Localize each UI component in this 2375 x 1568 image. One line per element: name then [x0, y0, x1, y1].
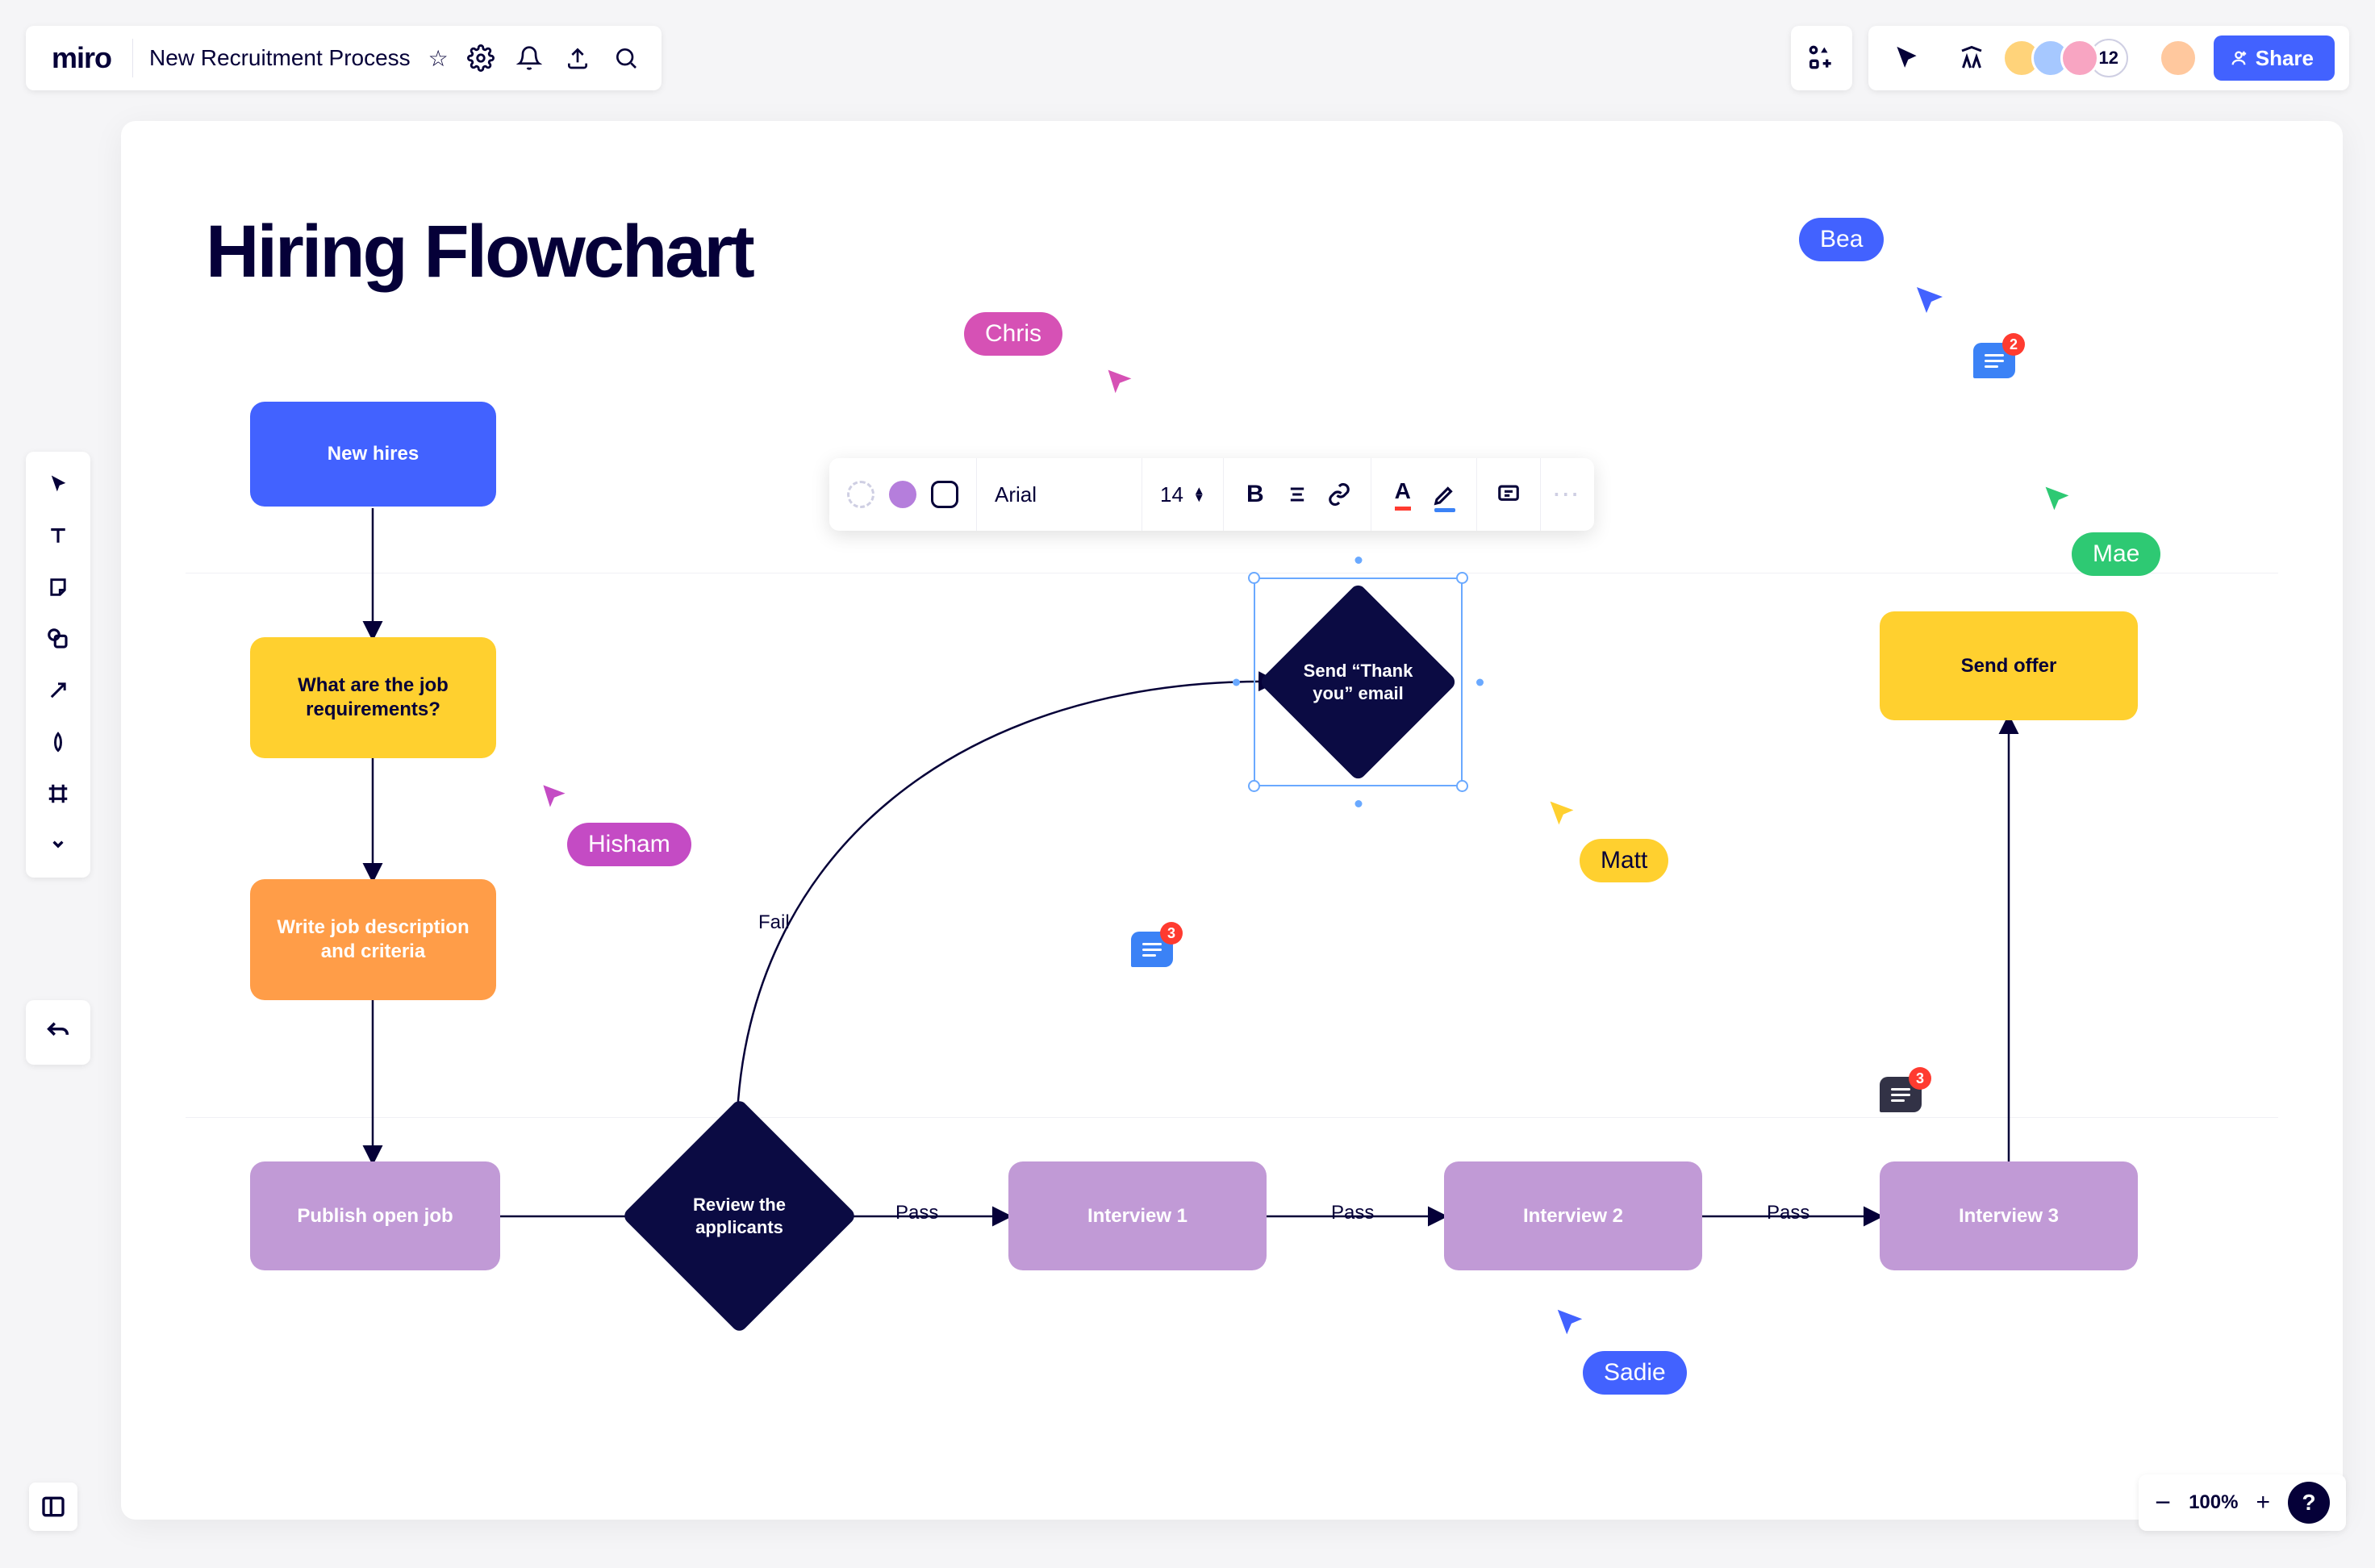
zoom-level[interactable]: 100% [2189, 1491, 2238, 1514]
search-icon[interactable] [605, 37, 647, 79]
cursor-hisham [541, 782, 568, 810]
font-size[interactable]: 14▲▼ [1160, 482, 1205, 507]
node-interview-1[interactable]: Interview 1 [1008, 1161, 1267, 1270]
file-name[interactable]: New Recruitment Process [140, 45, 420, 71]
panel-toggle[interactable] [29, 1483, 77, 1531]
fill-swatch[interactable] [889, 481, 916, 508]
cursor-mae [2043, 484, 2072, 513]
edge-label-pass: Pass [895, 1202, 938, 1224]
resize-handle[interactable] [1456, 780, 1468, 792]
cursor-chris [1105, 367, 1134, 396]
sticky-tool[interactable] [37, 566, 79, 608]
comment-count: 3 [1160, 922, 1183, 945]
resize-handle[interactable] [1248, 780, 1260, 792]
node-publish[interactable]: Publish open job [250, 1161, 500, 1270]
edge-label-fail: Fail [758, 911, 790, 934]
comment-pin[interactable]: 3 [1131, 932, 1173, 967]
cursor-mode-icon[interactable] [1886, 37, 1928, 79]
undo-button[interactable] [26, 1000, 90, 1065]
bold-icon[interactable]: B [1242, 481, 1269, 508]
cursor-bea [1914, 284, 1946, 316]
apps-button[interactable] [1791, 26, 1852, 90]
star-icon[interactable]: ☆ [420, 45, 457, 72]
select-tool[interactable] [37, 463, 79, 505]
export-icon[interactable] [557, 37, 599, 79]
comment-count: 2 [2002, 333, 2025, 356]
more-tools[interactable] [37, 824, 79, 866]
node-requirements[interactable]: What are the job requirements? [250, 637, 496, 758]
app-logo[interactable]: miro [37, 41, 126, 75]
link-icon[interactable] [1325, 481, 1353, 508]
zoom-out[interactable]: − [2155, 1487, 2171, 1519]
node-review[interactable]: Review the applicants [656, 1132, 823, 1299]
pen-tool[interactable] [37, 721, 79, 763]
avatar[interactable] [2060, 39, 2099, 77]
tag-chris: Chris [964, 312, 1062, 356]
help-button[interactable]: ? [2288, 1482, 2330, 1524]
cursor-sadie [1555, 1307, 1585, 1337]
comment-icon[interactable] [1495, 481, 1522, 508]
frame-tool[interactable] [37, 773, 79, 815]
node-interview-3[interactable]: Interview 3 [1880, 1161, 2138, 1270]
shapes-tool[interactable] [37, 618, 79, 660]
highlight-icon[interactable] [1431, 481, 1459, 508]
board-canvas[interactable]: Hiring Flowchart [121, 121, 2343, 1520]
divider [132, 39, 133, 77]
tag-matt: Matt [1580, 839, 1668, 882]
selection-box[interactable] [1254, 578, 1463, 786]
settings-icon[interactable] [460, 37, 502, 79]
guide-line [186, 1117, 2278, 1118]
midpoint-handle[interactable] [1233, 678, 1240, 686]
arrow-tool[interactable] [37, 669, 79, 711]
share-button[interactable]: Share [2214, 35, 2335, 81]
border-swatch[interactable] [931, 481, 958, 508]
connectors [121, 121, 2343, 1520]
node-send-offer[interactable]: Send offer [1880, 611, 2138, 720]
comment-pin-resolved[interactable]: 3 [1880, 1077, 1922, 1112]
node-write-jd[interactable]: Write job description and criteria [250, 879, 496, 1000]
font-select[interactable]: Arial [995, 482, 1124, 507]
comment-pin[interactable]: 2 [1973, 343, 2015, 378]
comment-count: 3 [1909, 1067, 1931, 1090]
node-label: Review the applicants [656, 1194, 823, 1238]
midpoint-handle[interactable] [1354, 800, 1362, 807]
user-avatar[interactable] [2159, 39, 2198, 77]
tag-sadie: Sadie [1583, 1351, 1687, 1395]
board-title: Hiring Flowchart [206, 210, 753, 294]
tool-rail [26, 452, 90, 878]
collaborator-avatars[interactable]: 12 [2012, 39, 2128, 77]
text-color-icon[interactable]: A [1389, 481, 1417, 508]
align-icon[interactable] [1284, 481, 1311, 508]
tag-hisham: Hisham [567, 823, 691, 866]
zoom-controls: − 100% + ? [2139, 1474, 2346, 1531]
reactions-icon[interactable] [1951, 37, 1993, 79]
edge-label-pass: Pass [1331, 1202, 1374, 1224]
fill-none[interactable] [847, 481, 874, 508]
context-toolbar: Arial 14▲▼ B A ⋯ [829, 458, 1594, 531]
more-icon[interactable]: ⋯ [1541, 478, 1594, 511]
cursor-matt [1547, 799, 1576, 828]
text-tool[interactable] [37, 515, 79, 557]
node-new-hires[interactable]: New hires [250, 402, 496, 507]
tag-bea: Bea [1799, 218, 1884, 261]
midpoint-handle[interactable] [1354, 557, 1362, 564]
edge-label-pass: Pass [1767, 1202, 1809, 1224]
tag-mae: Mae [2072, 532, 2160, 576]
node-interview-2[interactable]: Interview 2 [1444, 1161, 1702, 1270]
zoom-in[interactable]: + [2256, 1489, 2270, 1516]
share-label: Share [2256, 46, 2314, 71]
resize-handle[interactable] [1248, 572, 1260, 584]
resize-handle[interactable] [1456, 572, 1468, 584]
midpoint-handle[interactable] [1476, 678, 1484, 686]
bell-icon[interactable] [508, 37, 550, 79]
